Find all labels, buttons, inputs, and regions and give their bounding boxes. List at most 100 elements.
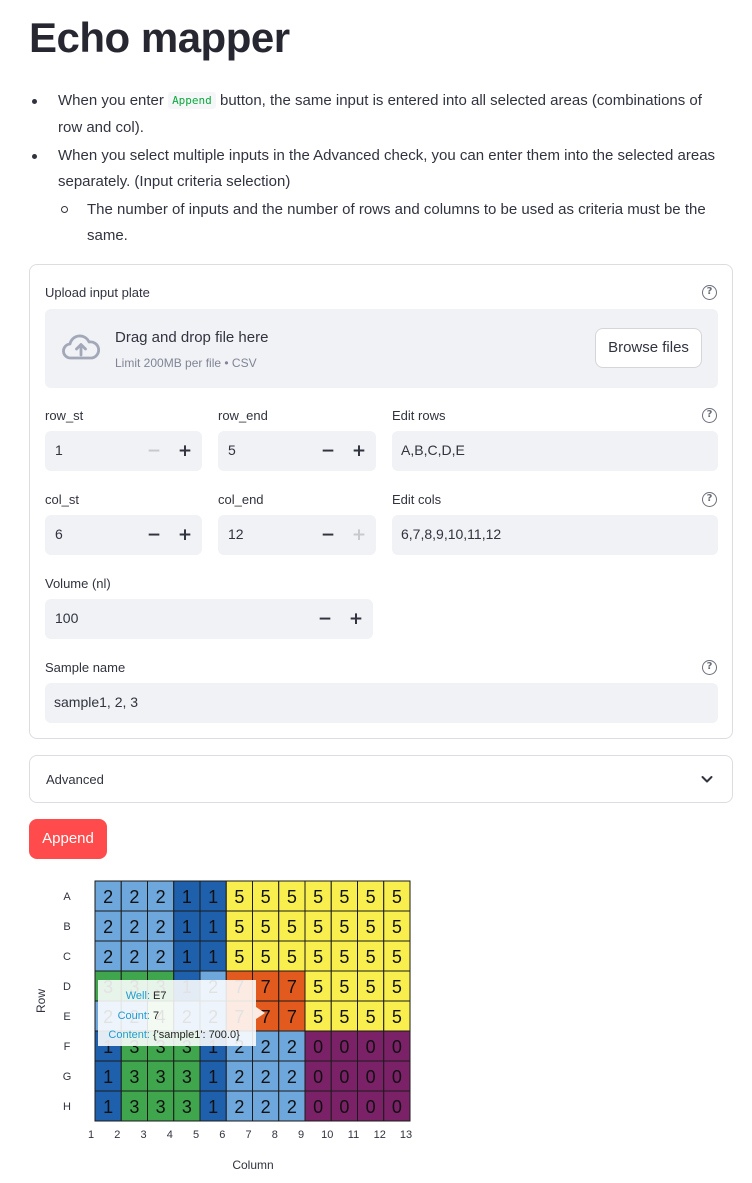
list-item: When you enter Append button, the same i… [29,88,719,141]
cell-value-label: 0 [366,1037,376,1057]
edit-rows-input[interactable]: A,B,C,D,E [392,431,718,471]
cell-value-label: 0 [392,1097,402,1117]
cell-value-label: 2 [261,1037,271,1057]
cell-value-label: 1 [208,917,218,937]
cell-value-label: 5 [339,977,349,997]
cell-value-label: 1 [103,1097,113,1117]
cell-value-label: 5 [366,947,376,967]
cell-value-label: 5 [234,887,244,907]
browse-files-button[interactable]: Browse files [595,328,702,368]
cell-value-label: 3 [182,1067,192,1087]
sample-name-label: Sample name [45,660,126,675]
cell-value-label: 5 [366,1007,376,1027]
row-tick-label: H [63,1101,71,1113]
cell-value-label: 3 [129,1067,139,1087]
cell-value-label: 1 [182,887,192,907]
volume-decrement-button[interactable]: − [312,605,338,633]
row-end-label: row_end [218,408,268,423]
cell-value-label: 5 [313,947,323,967]
row-tick-label: G [63,1071,72,1083]
row-end-decrement-button[interactable]: − [315,437,341,465]
cell-value-label: 5 [339,887,349,907]
col-end-increment-button[interactable]: + [346,521,372,549]
cell-value-label: 5 [261,917,271,937]
cell-value-label: 5 [392,1007,402,1027]
cell-value-label: 1 [208,947,218,967]
volume-increment-button[interactable]: + [343,605,369,633]
row-end-input[interactable]: 5 − + [218,431,376,471]
row-st-decrement-button[interactable]: − [141,437,167,465]
cell-value-label: 2 [129,917,139,937]
cell-value-label: 0 [339,1067,349,1087]
advanced-expander[interactable]: Advanced [29,755,733,803]
cell-value-label: 2 [287,1067,297,1087]
column-tick-label: 12 [374,1129,386,1141]
volume-input[interactable]: 100 − + [45,599,373,639]
append-code-snippet: Append [168,92,216,109]
column-tick-label: 2 [114,1129,120,1141]
row-st-increment-button[interactable]: + [172,437,198,465]
cell-value-label: 3 [156,1067,166,1087]
cell-value-label: 3 [156,1097,166,1117]
cell-value-label: 5 [313,1007,323,1027]
col-end-label: col_end [218,492,264,507]
cell-value-label: 5 [287,917,297,937]
cell-value-label: 5 [366,887,376,907]
cell-value-label: 7 [287,977,297,997]
column-tick-label: 5 [193,1129,199,1141]
column-tick-label: 7 [245,1129,251,1141]
edit-cols-label: Edit cols [392,492,442,507]
bullet-dot-icon [32,99,37,104]
dropzone-instructions: Drag and drop file here [115,329,269,346]
file-dropzone[interactable]: Drag and drop file here Limit 200MB per … [45,309,718,388]
column-tick-label: 6 [219,1129,225,1141]
cell-value-label: 0 [339,1097,349,1117]
cell-value-label: 5 [261,887,271,907]
edit-rows-label: Edit rows [392,408,446,423]
cell-value-label: 5 [392,947,402,967]
help-icon[interactable]: ? [702,285,717,300]
help-icon[interactable]: ? [702,660,717,675]
cell-value-label: 3 [129,1097,139,1117]
plate-heatmap-chart[interactable]: 2221155555552221155555552221155555553331… [0,870,430,1183]
chevron-down-icon [701,776,713,783]
col-st-input[interactable]: 6 − + [45,515,202,555]
cell-value-label: 0 [366,1097,376,1117]
cell-value-label: 5 [392,977,402,997]
cell-value-label: 0 [392,1037,402,1057]
column-tick-label: 9 [298,1129,304,1141]
col-end-decrement-button[interactable]: − [315,521,341,549]
row-st-input[interactable]: 1 − + [45,431,202,471]
cell-value-label: 7 [261,977,271,997]
cell-value-label: 0 [313,1097,323,1117]
upload-label: Upload input plate [45,285,150,300]
cell-value-label: 0 [313,1067,323,1087]
append-button[interactable]: Append [29,819,107,859]
edit-cols-input[interactable]: 6,7,8,9,10,11,12 [392,515,718,555]
cell-value-label: 2 [156,887,166,907]
help-icon[interactable]: ? [702,492,717,507]
col-st-increment-button[interactable]: + [172,521,198,549]
column-tick-label: 11 [348,1129,359,1141]
cell-value-label: 2 [234,1067,244,1087]
cell-value-label: 0 [392,1067,402,1087]
col-st-decrement-button[interactable]: − [141,521,167,549]
y-axis-title: Row [34,989,48,1013]
cell-value-label: 1 [208,1067,218,1087]
row-end-increment-button[interactable]: + [346,437,372,465]
volume-label: Volume (nl) [45,576,111,591]
cell-value-label: 5 [339,947,349,967]
tooltip-value: {'sample1': 700.0} [153,1029,240,1041]
cell-value-label: 0 [339,1037,349,1057]
help-icon[interactable]: ? [702,408,717,423]
row-tick-label: A [63,891,71,903]
cell-value-label: 5 [313,917,323,937]
column-tick-label: 8 [272,1129,278,1141]
cell-value-label: 5 [392,887,402,907]
cell-value-label: 1 [182,947,192,967]
cell-value-label: 5 [339,1007,349,1027]
col-end-input[interactable]: 12 − + [218,515,376,555]
cell-value-label: 2 [261,1097,271,1117]
sample-name-input[interactable]: sample1, 2, 3 [45,683,718,723]
column-tick-label: 1 [88,1129,94,1141]
